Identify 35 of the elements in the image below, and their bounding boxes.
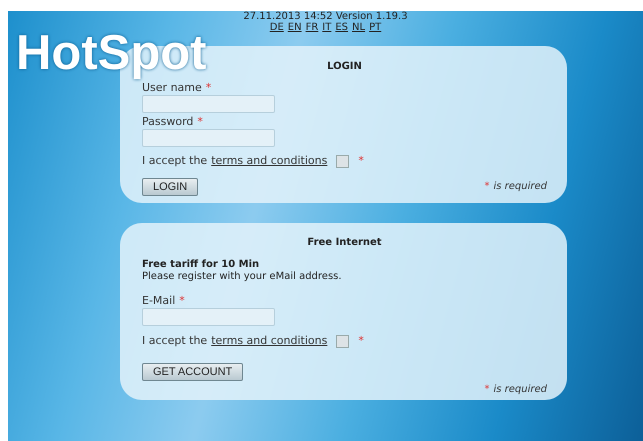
required-mark: * <box>197 116 203 128</box>
submit-button[interactable]: GET ACCOUNT <box>142 362 244 380</box>
required-mark: * <box>358 153 364 169</box>
field-label: User name <box>142 82 202 94</box>
language-link[interactable]: PT <box>369 22 382 33</box>
terms-text: I accept the <box>142 333 208 349</box>
language-link[interactable]: IT <box>322 22 332 33</box>
checkbox[interactable] <box>336 334 350 348</box>
language-link[interactable]: FR <box>306 22 318 33</box>
version-text: 27.11.2013 14:52 Version 1.19.3 <box>243 11 408 22</box>
terms-link[interactable]: terms and conditions <box>211 153 328 170</box>
panel-title: LOGIN <box>327 60 362 74</box>
required-mark: * <box>484 180 490 194</box>
required-mark: * <box>484 382 490 396</box>
language-link[interactable]: ES <box>335 22 348 33</box>
field-label: Password <box>142 116 194 128</box>
required-mark: * <box>206 82 212 94</box>
language-link[interactable]: NL <box>352 22 366 33</box>
field-label: E-Mail <box>142 295 176 307</box>
required-mark: * <box>358 333 364 349</box>
required-mark: * <box>179 295 185 307</box>
input-field[interactable] <box>142 129 275 147</box>
instruction-text: Please register with your eMail address. <box>142 271 343 283</box>
required-note: is required <box>493 180 547 194</box>
submit-button[interactable]: LOGIN <box>142 178 198 196</box>
panel-title: Free Internet <box>307 236 382 250</box>
input-field[interactable] <box>142 95 275 113</box>
required-note: is required <box>493 382 547 396</box>
tariff-title: Free tariff for 10 Min <box>142 259 260 271</box>
terms-link[interactable]: terms and conditions <box>211 333 328 350</box>
language-link[interactable]: EN <box>288 22 302 33</box>
input-field[interactable] <box>142 308 275 326</box>
checkbox[interactable] <box>336 154 350 168</box>
terms-text: I accept the <box>142 153 208 169</box>
language-link[interactable]: DE <box>270 22 284 33</box>
